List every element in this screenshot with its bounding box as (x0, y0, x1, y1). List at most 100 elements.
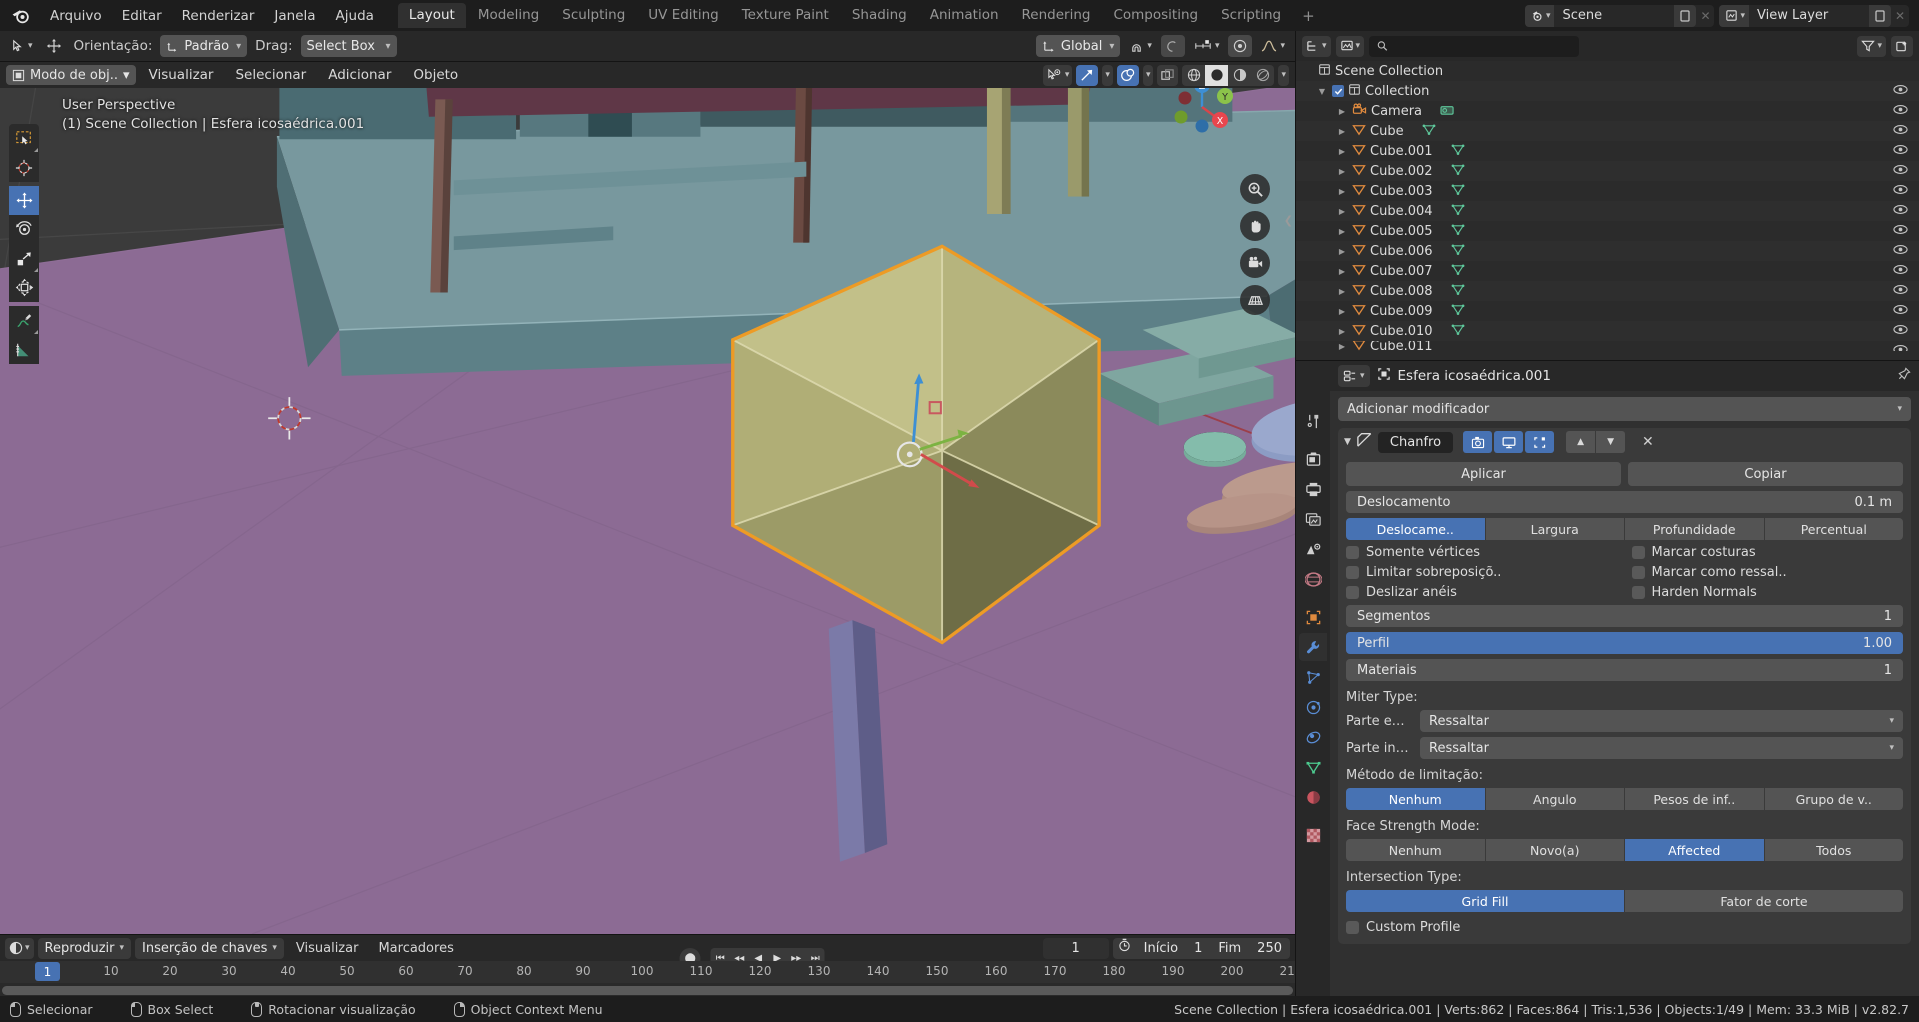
pan-hand-icon[interactable] (1240, 211, 1270, 241)
view-layer-name-field[interactable]: View Layer (1749, 4, 1869, 27)
outliner-item-camera[interactable]: ▶ Camera (1296, 101, 1919, 121)
intersection-grid-fill[interactable]: Grid Fill (1346, 890, 1624, 912)
visibility-eye-icon[interactable] (1893, 144, 1908, 159)
mesh-data-icon[interactable] (1451, 143, 1465, 160)
timeline-ruler[interactable]: 1 10 20 30 40 50 60 70 80 90 100 110 120… (0, 961, 1295, 983)
add-modifier-button[interactable]: Adicionar modificador ▾ (1338, 397, 1911, 421)
use-preview-range-icon[interactable] (1113, 938, 1136, 959)
timeline-menu-keying[interactable]: Inserção de chaves ▾ (135, 937, 284, 959)
checkbox-box[interactable] (1346, 586, 1359, 599)
checkbox-box[interactable] (1631, 586, 1645, 599)
shading-mode-segment[interactable] (1182, 64, 1275, 86)
outliner-search[interactable] (1369, 35, 1580, 57)
visibility-eye-icon[interactable] (1893, 184, 1908, 199)
limit-method-weight[interactable]: Pesos de inf.. (1625, 788, 1764, 810)
face-strength-new[interactable]: Novo(a) (1485, 839, 1624, 861)
outer-miter-dropdown[interactable]: Ressaltar ▾ (1420, 710, 1903, 732)
shading-solid-icon[interactable] (1205, 64, 1229, 86)
properties-editor-type-icon[interactable]: ▾ (1338, 365, 1370, 387)
move-gizmo-icon[interactable] (42, 35, 66, 57)
modifier-render-toggle-icon[interactable] (1463, 431, 1493, 453)
menu-renderizar[interactable]: Renderizar (172, 5, 265, 27)
outliner-row-scene-collection[interactable]: Scene Collection (1296, 61, 1919, 81)
tool-move[interactable] (9, 186, 39, 215)
visibility-eye-icon[interactable] (1893, 264, 1908, 279)
modifier-move-down-button[interactable]: ▼ (1596, 431, 1626, 453)
tab-texture[interactable] (1299, 821, 1327, 849)
tool-tweak-select[interactable] (9, 124, 39, 153)
viewport-menu-adicionar[interactable]: Adicionar (319, 65, 400, 85)
camera-icon[interactable] (1240, 248, 1270, 278)
collection-visibility-eye-icon[interactable] (1893, 84, 1908, 99)
tab-sculpting[interactable]: Sculpting (551, 3, 636, 28)
outliner-item-cube-009[interactable]: ▶ Cube.009 (1296, 301, 1919, 321)
tab-rendering[interactable]: Rendering (1011, 3, 1102, 28)
checkbox-box[interactable] (1346, 566, 1359, 579)
outliner-search-input[interactable] (1394, 38, 1572, 54)
profile-field[interactable]: Perfil 1.00 (1346, 632, 1903, 654)
mesh-data-icon[interactable] (1451, 183, 1465, 200)
visibility-eye-icon[interactable] (1893, 244, 1908, 259)
visibility-eye-icon[interactable] (1893, 284, 1908, 299)
expand-arrow[interactable]: ▶ (1336, 107, 1348, 116)
add-workspace-button[interactable]: + (1293, 4, 1324, 28)
active-tool-icon[interactable]: ▾ (6, 35, 37, 57)
object-type-visibility-icon[interactable]: ▾ (1042, 64, 1073, 86)
mark-seams-checkbox[interactable]: Marcar costuras (1631, 545, 1904, 560)
menu-editar[interactable]: Editar (112, 5, 172, 27)
shading-options-chevron[interactable]: ▾ (1278, 64, 1289, 86)
overlay-options-chevron[interactable]: ▾ (1142, 64, 1154, 86)
menu-ajuda[interactable]: Ajuda (326, 5, 384, 27)
timeline-scrollbar[interactable] (2, 986, 1293, 995)
expand-arrow[interactable]: ▶ (1336, 187, 1348, 196)
expand-arrow[interactable]: ▶ (1336, 327, 1348, 336)
visibility-eye-icon[interactable] (1893, 164, 1908, 179)
outliner-item-cube-008[interactable]: ▶ Cube.008 (1296, 281, 1919, 301)
menu-janela[interactable]: Janela (264, 5, 325, 27)
visibility-eye-icon[interactable] (1893, 104, 1908, 119)
current-frame-field[interactable]: 1 (1042, 937, 1109, 959)
expand-arrow[interactable]: ▶ (1336, 207, 1348, 216)
modifier-move-up-button[interactable]: ▲ (1566, 431, 1596, 453)
remove-view-layer-icon[interactable]: ✕ (1891, 5, 1909, 27)
transform-orientation-dropdown[interactable]: Global ▾ (1035, 35, 1121, 57)
checkbox-box[interactable] (1631, 546, 1645, 559)
start-frame-value[interactable]: 1 (1186, 938, 1210, 959)
outliner-item-cube-005[interactable]: ▶ Cube.005 (1296, 221, 1919, 241)
segments-field[interactable]: Segmentos 1 (1346, 605, 1903, 627)
modifier-name-field[interactable]: Chanfro (1377, 431, 1454, 453)
tab-view-layer[interactable] (1299, 505, 1327, 533)
blender-logo-icon[interactable] (10, 5, 32, 27)
mesh-data-icon[interactable] (1422, 123, 1436, 140)
tool-measure[interactable] (9, 335, 39, 364)
expand-arrow[interactable]: ▶ (1336, 167, 1348, 176)
tab-compositing[interactable]: Compositing (1102, 3, 1209, 28)
ortho-grid-icon[interactable] (1240, 285, 1270, 315)
clamp-overlap-checkbox[interactable]: Limitar sobreposiçõ.. (1346, 565, 1618, 580)
tab-object[interactable] (1299, 603, 1327, 631)
limit-method-none[interactable]: Nenhum (1346, 788, 1485, 810)
expand-arrow[interactable]: ▶ (1336, 227, 1348, 236)
outliner-item-cube-003[interactable]: ▶ Cube.003 (1296, 181, 1919, 201)
expand-arrow[interactable]: ▶ (1336, 127, 1348, 136)
drag-dropdown[interactable]: Select Box ▾ (300, 35, 397, 57)
mesh-data-icon[interactable] (1451, 243, 1465, 260)
modifier-viewport-toggle-icon[interactable] (1494, 431, 1524, 453)
visibility-eye-icon[interactable] (1893, 224, 1908, 239)
visibility-eye-icon[interactable] (1893, 304, 1908, 319)
view-layer-selector[interactable]: ▾ View Layer ✕ (1719, 4, 1909, 27)
shading-material-icon[interactable] (1228, 65, 1251, 86)
timeline-menu-visualizar[interactable]: Visualizar (288, 939, 367, 958)
snap-magnet-icon[interactable]: ▾ (1125, 35, 1156, 57)
scene-name-field[interactable]: Scene (1554, 4, 1675, 27)
limit-method-angle[interactable]: Angulo (1485, 788, 1624, 810)
modifier-delete-button[interactable]: ✕ (1638, 434, 1658, 450)
checkbox-box[interactable] (1346, 921, 1359, 934)
playhead[interactable]: 1 (35, 962, 60, 981)
visibility-eye-icon[interactable] (1893, 204, 1908, 219)
tool-scale[interactable] (9, 244, 39, 273)
tool-transform[interactable] (9, 273, 39, 302)
tab-output[interactable] (1299, 475, 1327, 503)
copy-button[interactable]: Copiar (1628, 462, 1903, 486)
pin-icon[interactable] (1897, 367, 1911, 385)
